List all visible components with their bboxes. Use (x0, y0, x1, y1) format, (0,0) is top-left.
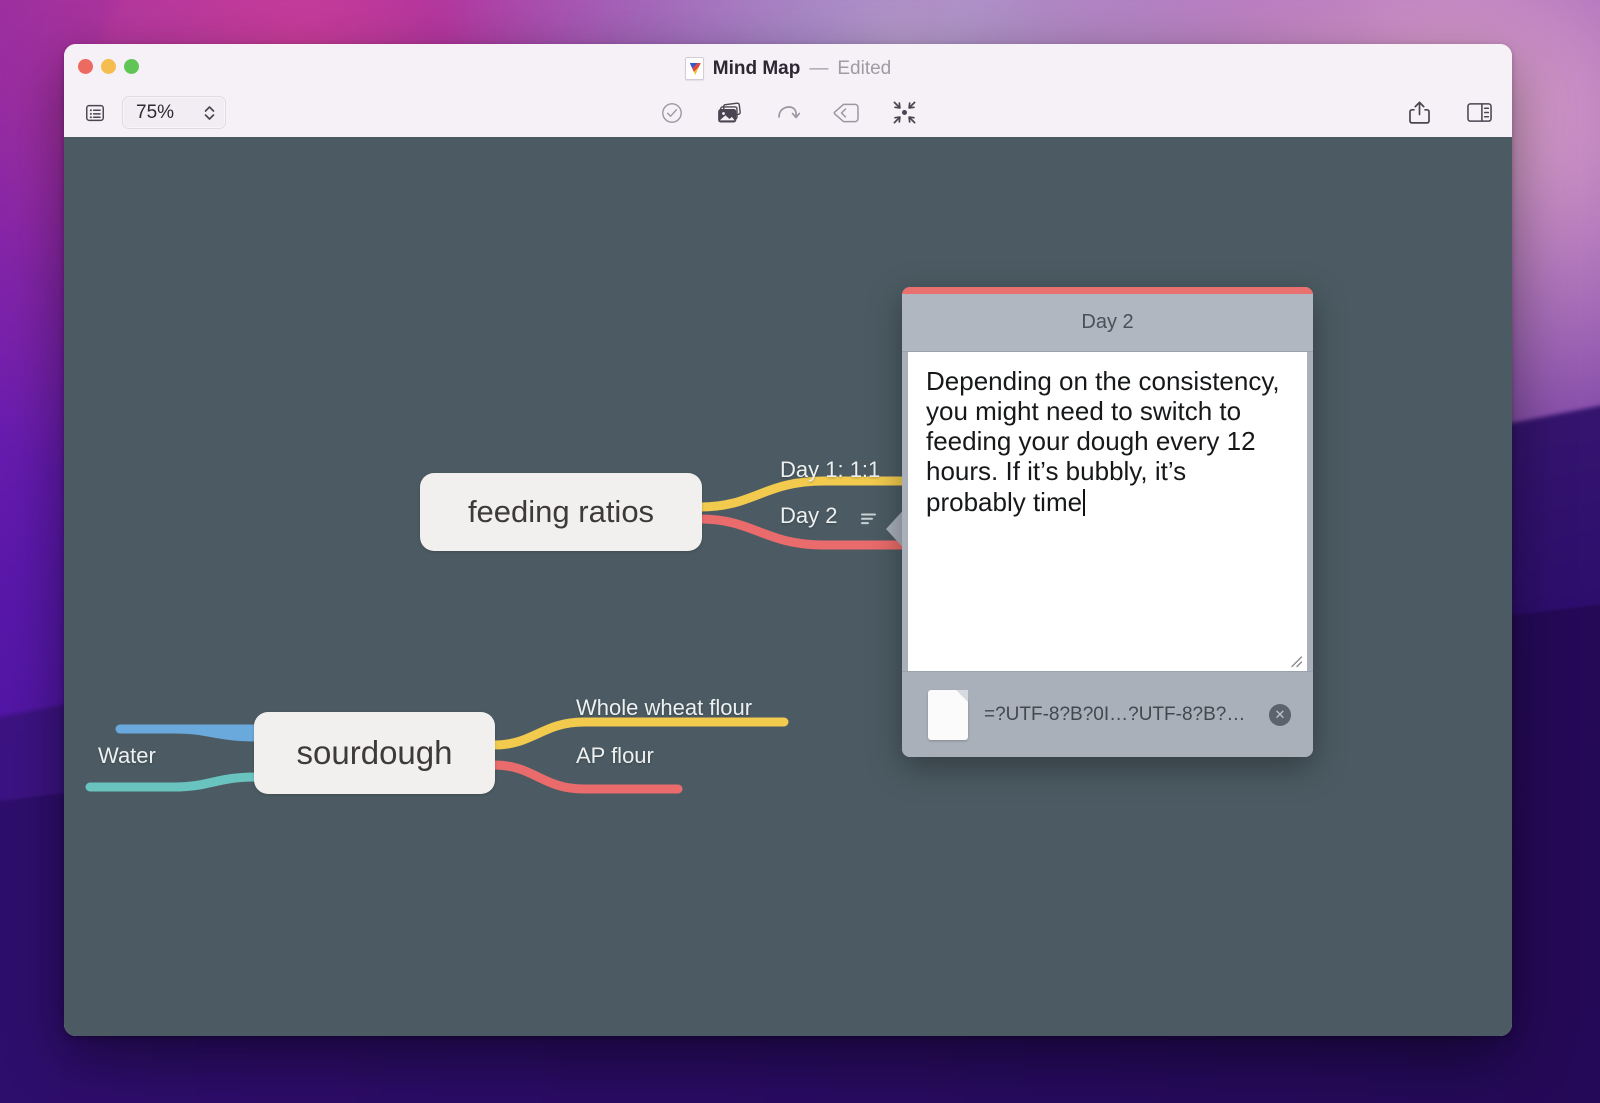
branch-label-day2[interactable]: Day 2 (780, 503, 837, 529)
note-popover-header: Day 2 (902, 294, 1313, 352)
resize-grip-icon[interactable] (1289, 654, 1303, 668)
note-text-content: Depending on the consistency, you might … (926, 366, 1287, 517)
redo-icon[interactable] (775, 100, 801, 126)
document-title: Mind Map — Edited (64, 57, 1512, 80)
main-toolbar: 75% (64, 88, 1512, 137)
checkmark-circle-icon[interactable] (659, 100, 685, 126)
node-label-sourdough: sourdough (296, 734, 453, 771)
share-icon[interactable] (1406, 100, 1432, 126)
document-title-dash: — (809, 57, 829, 79)
note-lines-icon[interactable] (861, 513, 876, 531)
text-caret (1083, 488, 1086, 516)
mindmap-canvas[interactable]: feeding ratios sourdough Day 1: 1:1 Day … (64, 137, 1512, 1036)
branch-label-day1[interactable]: Day 1: 1:1 (780, 457, 880, 483)
attachment-filename: =?UTF-8?B?0I…?UTF-8?B?0JX"; (984, 703, 1253, 725)
window-titlebar: Mind Map — Edited 75% (64, 44, 1512, 137)
back-navigate-icon[interactable] (833, 100, 859, 126)
note-attachment-row[interactable]: =?UTF-8?B?0I…?UTF-8?B?0JX"; ✕ (902, 671, 1313, 757)
branch-label-water[interactable]: Water (98, 743, 156, 769)
document-title-name: Mind Map (712, 57, 801, 79)
connector-whole-wheat-flour (489, 717, 789, 750)
node-label-feeding-ratios: feeding ratios (467, 494, 655, 529)
collapse-focus-icon[interactable] (891, 100, 917, 126)
toolbar-right-group (1406, 88, 1492, 137)
toolbar-center-group (64, 88, 1512, 137)
remove-attachment-icon[interactable]: ✕ (1269, 703, 1291, 726)
desktop-wallpaper: Mind Map — Edited 75% feeding ratios sou… (0, 0, 1600, 1103)
mindmap-node-sourdough[interactable]: sourdough (254, 712, 495, 794)
connector-water-teal (85, 772, 261, 792)
media-library-icon[interactable] (717, 100, 743, 126)
mindmap-node-feeding-ratios[interactable]: feeding ratios (420, 473, 702, 551)
note-popover[interactable]: Day 2 Depending on the consistency, you … (902, 287, 1313, 757)
note-popover-title: Day 2 (1081, 311, 1134, 333)
document-icon (684, 57, 704, 80)
branch-label-whole-wheat-flour[interactable]: Whole wheat flour (576, 695, 752, 721)
file-attachment-icon (928, 689, 968, 740)
branch-label-ap-flour[interactable]: AP flour (576, 743, 654, 769)
app-window: Mind Map — Edited 75% feeding ratios sou… (64, 44, 1512, 1036)
note-text-area[interactable]: Depending on the consistency, you might … (908, 352, 1307, 671)
document-edited-state: Edited (837, 57, 892, 79)
note-popover-accent-bar (902, 287, 1313, 294)
inspector-sidebar-icon[interactable] (1466, 100, 1492, 126)
